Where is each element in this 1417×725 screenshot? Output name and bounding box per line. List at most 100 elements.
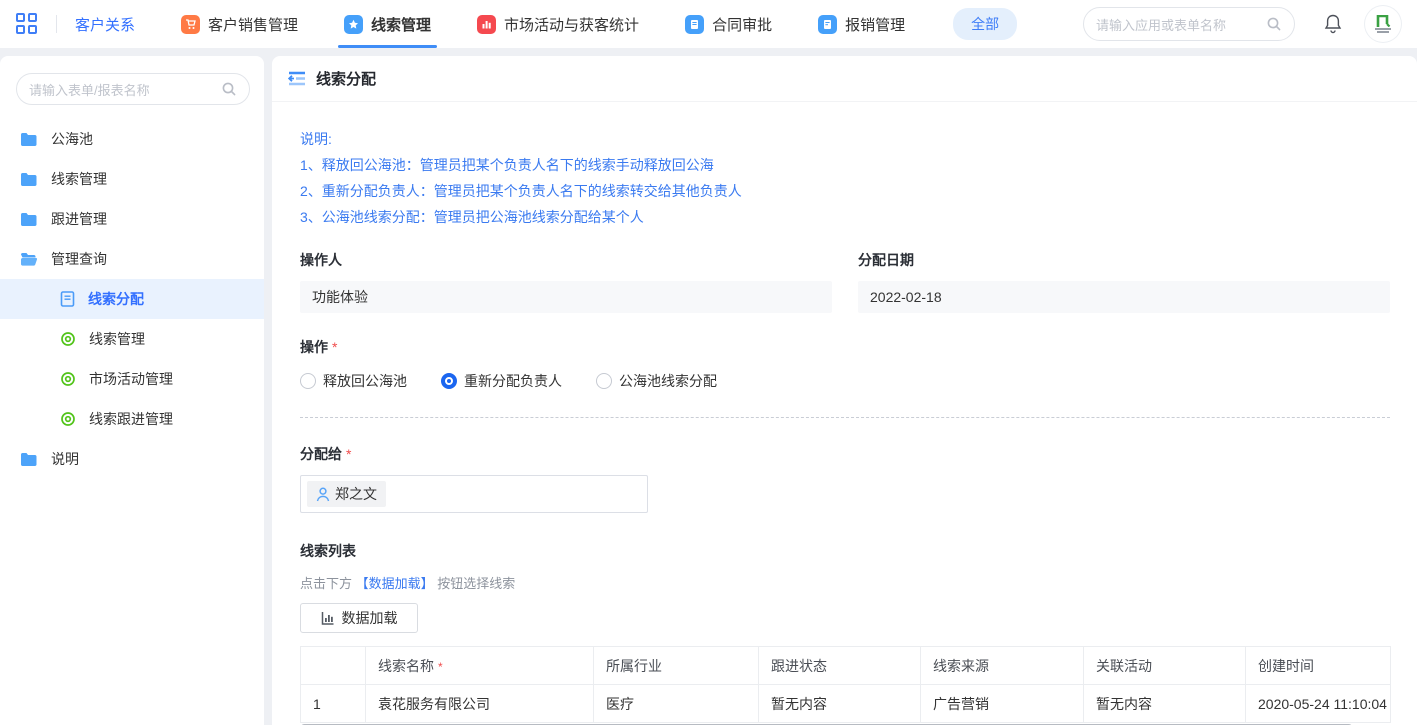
lead-table-wrap: 线索名称* 所属行业 跟进状态 线索来源 关联活动 创建时间 1 袁花服务有限公…: [300, 646, 1390, 725]
target-icon: [60, 371, 76, 387]
collapse-menu-icon[interactable]: [288, 71, 306, 86]
assign-to-group: 分配给* 郑之文: [300, 444, 1390, 513]
tab-customer-relations[interactable]: 客户关系: [75, 0, 135, 48]
tab-customer-sales[interactable]: 客户销售管理: [181, 0, 298, 48]
sidebar-item-lead-assignment[interactable]: 线索分配: [0, 279, 264, 319]
col-index: [301, 647, 366, 685]
sidebar-item-marketing-activity-management[interactable]: 市场活动管理: [0, 359, 264, 399]
table-row[interactable]: 1 袁花服务有限公司 医疗 暂无内容 广告营销 暂无内容 2020-05-24 …: [301, 685, 1391, 723]
folder-icon: [20, 452, 38, 467]
assign-to-label: 分配给*: [300, 444, 1390, 464]
sidebar-search-placeholder: 请输入表单/报表名称: [29, 80, 221, 99]
sidebar-item-lead-management[interactable]: 线索管理: [0, 159, 264, 199]
divider: [56, 15, 57, 33]
all-apps-pill[interactable]: 全部: [953, 8, 1017, 40]
page-title: 线索分配: [316, 68, 376, 89]
brand-logo-icon: [1376, 15, 1391, 27]
assignee-picker-field[interactable]: 郑之文: [300, 475, 648, 513]
operation-label-text: 操作: [300, 339, 328, 355]
assignee-name: 郑之文: [335, 484, 377, 504]
sidebar-item-label: 线索跟进管理: [89, 409, 173, 429]
cart-icon: [181, 15, 200, 34]
data-load-button[interactable]: 数据加载: [300, 603, 418, 633]
radio-release-to-pool[interactable]: 释放回公海池: [300, 371, 407, 391]
sidebar-item-label: 线索分配: [88, 289, 144, 309]
folder-open-icon: [20, 252, 38, 267]
assign-to-label-text: 分配给: [300, 446, 342, 462]
required-asterisk: *: [438, 660, 443, 674]
page-header: 线索分配: [272, 56, 1417, 102]
sidebar-item-instructions[interactable]: 说明: [0, 439, 264, 479]
tab-contract-approval[interactable]: 合同审批: [685, 0, 772, 48]
hint-load-link[interactable]: 【数据加载】: [356, 576, 434, 591]
sidebar-item-label: 市场活动管理: [89, 369, 173, 389]
sidebar-item-followup-management[interactable]: 跟进管理: [0, 199, 264, 239]
radio-circle-checked-icon: [441, 373, 457, 389]
sidebar-item-lead-followup-management[interactable]: 线索跟进管理: [0, 399, 264, 439]
sidebar-item-label: 管理查询: [51, 249, 107, 269]
cell-created-time: 2020-05-24 11:10:04: [1246, 685, 1391, 723]
sidebar: 请输入表单/报表名称 公海池 线索管理 跟进管理 管理查询 线索分配 线索管理 …: [0, 56, 264, 725]
target-icon: [60, 411, 76, 427]
operator-field: 功能体验: [300, 281, 832, 313]
radio-circle-icon: [300, 373, 316, 389]
operator-value: 功能体验: [312, 287, 368, 307]
operation-label: 操作*: [300, 337, 1390, 357]
top-app-bar: 客户关系 客户销售管理 线索管理 市场活动与获客统计 合同审批: [0, 0, 1417, 48]
target-icon: [60, 331, 76, 347]
sidebar-item-admin-query[interactable]: 管理查询: [0, 239, 264, 279]
notification-bell-icon[interactable]: [1323, 13, 1343, 35]
data-load-button-label: 数据加载: [342, 608, 398, 628]
folder-icon: [20, 172, 38, 187]
sidebar-item-lead-management-report[interactable]: 线索管理: [0, 319, 264, 359]
note-line: 1、释放回公海池：管理员把某个负责人名下的线索手动释放回公海: [300, 154, 1390, 176]
global-search-input[interactable]: 请输入应用或表单名称: [1083, 7, 1295, 41]
lead-list-section: 线索列表 点击下方 【数据加载】 按钮选择线索 数据加载: [300, 541, 1390, 725]
cell-index: 1: [301, 685, 366, 723]
col-label: 线索名称: [378, 658, 434, 674]
radio-pool-lead-assign[interactable]: 公海池线索分配: [596, 371, 717, 391]
lead-list-hint: 点击下方 【数据加载】 按钮选择线索: [300, 573, 1390, 592]
app-grid-icon[interactable]: [16, 13, 38, 35]
search-icon: [1266, 16, 1282, 32]
radio-reassign-owner[interactable]: 重新分配负责人: [441, 371, 562, 391]
tab-label: 客户关系: [75, 14, 135, 35]
folder-icon: [20, 132, 38, 147]
date-field-group: 分配日期 2022-02-18: [858, 250, 1390, 313]
chart-icon: [477, 15, 496, 34]
folder-icon: [20, 212, 38, 227]
lead-list-title: 线索列表: [300, 541, 1390, 561]
sidebar-item-public-pool[interactable]: 公海池: [0, 119, 264, 159]
user-avatar[interactable]: [1365, 6, 1401, 42]
lead-table: 线索名称* 所属行业 跟进状态 线索来源 关联活动 创建时间 1 袁花服务有限公…: [300, 646, 1391, 723]
tab-label: 合同审批: [712, 14, 772, 35]
cell-lead-name: 袁花服务有限公司: [366, 685, 594, 723]
form-doc-icon: [60, 291, 75, 307]
cell-industry: 医疗: [594, 685, 759, 723]
required-asterisk: *: [346, 446, 351, 462]
tab-expense-management[interactable]: 报销管理: [818, 0, 905, 48]
sidebar-item-label: 说明: [51, 449, 79, 469]
document-icon: [685, 15, 704, 34]
operation-group: 操作* 释放回公海池 重新分配负责人 公海池线索分配: [300, 337, 1390, 391]
tab-marketing-stats[interactable]: 市场活动与获客统计: [477, 0, 639, 48]
operator-label: 操作人: [300, 250, 832, 270]
radio-label: 重新分配负责人: [464, 371, 562, 391]
receipt-icon: [818, 15, 837, 34]
tab-label: 客户销售管理: [208, 14, 298, 35]
star-icon: [344, 15, 363, 34]
note-line: 说明:: [300, 128, 1390, 150]
sidebar-item-label: 线索管理: [89, 329, 145, 349]
operator-field-group: 操作人 功能体验: [300, 250, 832, 313]
main-panel: 线索分配 说明: 1、释放回公海池：管理员把某个负责人名下的线索手动释放回公海 …: [272, 56, 1417, 725]
tab-lead-management[interactable]: 线索管理: [344, 0, 431, 48]
sidebar-item-label: 线索管理: [51, 169, 107, 189]
sidebar-search-input[interactable]: 请输入表单/报表名称: [16, 73, 250, 105]
bar-chart-icon: [321, 611, 335, 625]
col-created-time: 创建时间: [1246, 647, 1391, 685]
radio-label: 释放回公海池: [323, 371, 407, 391]
table-header-row: 线索名称* 所属行业 跟进状态 线索来源 关联活动 创建时间: [301, 647, 1391, 685]
assignee-tag[interactable]: 郑之文: [307, 481, 386, 507]
assign-date-label: 分配日期: [858, 250, 1390, 270]
readonly-fields-row: 操作人 功能体验 分配日期 2022-02-18: [300, 250, 1390, 313]
